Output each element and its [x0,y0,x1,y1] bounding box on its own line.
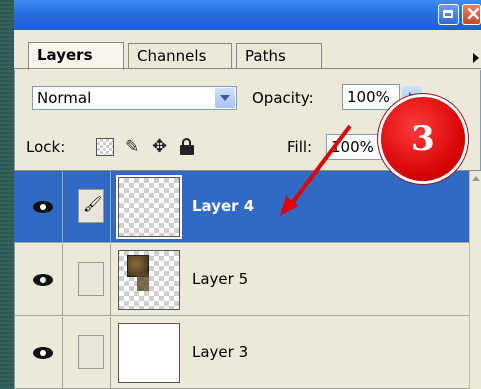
thumbnail-image-part [137,273,149,291]
fill-value: 100% [331,138,374,156]
layers-list: Layer 4 Layer 5 Layer 3 [14,171,481,389]
layer-name: Layer 3 [192,343,249,361]
link-toggle-box[interactable] [78,262,104,296]
layer-name: Layer 5 [192,270,249,288]
tab-channels[interactable]: Channels [128,43,232,69]
lock-position-move-icon[interactable]: ✥ [152,138,170,156]
step-number: 3 [411,119,435,159]
scroll-up-icon[interactable] [471,173,481,185]
visibility-column [22,317,63,389]
opacity-value: 100% [347,88,390,106]
layer-row-layer-4[interactable]: Layer 4 [14,171,469,243]
vertical-scrollbar[interactable] [469,171,481,389]
opacity-label: Opacity: [252,89,314,107]
fill-label: Fill: [287,138,313,156]
tab-paths[interactable]: Paths [236,43,322,69]
visibility-toggle[interactable] [28,191,58,223]
layer-thumbnail [118,177,180,237]
layers-panel-window: Layers Channels Paths Normal Opacity: 10… [14,0,481,389]
step-number-badge: 3 [381,97,465,181]
eye-icon [33,347,53,359]
tab-layers-label: Layers [37,46,93,64]
fill-input[interactable]: 100% [326,134,388,160]
layer-row-layer-5[interactable]: Layer 5 [14,244,469,316]
close-icon[interactable] [462,1,481,25]
paintbrush-icon[interactable] [78,189,104,223]
tab-channels-label: Channels [137,47,207,65]
tab-paths-label: Paths [245,47,286,65]
chevron-down-icon[interactable] [215,88,235,108]
minimize-icon[interactable] [438,4,459,25]
visibility-toggle[interactable] [28,337,58,369]
link-column [70,171,111,243]
layer-name: Layer 4 [192,197,255,215]
eye-icon [33,201,53,213]
title-bar [14,0,481,30]
layer-thumbnail [118,323,180,383]
blend-mode-select[interactable]: Normal [32,86,237,110]
tab-layers[interactable]: Layers [28,42,124,70]
opacity-input[interactable]: 100% [342,84,400,110]
link-column [70,244,111,316]
tab-bar: Layers Channels Paths [14,30,481,70]
lock-image-brush-icon[interactable]: ✎ [125,138,143,156]
lock-transparency-icon[interactable] [96,138,114,156]
link-toggle-box[interactable] [78,335,104,369]
visibility-toggle[interactable] [28,264,58,296]
layer-thumbnail [118,250,180,310]
visibility-column [22,244,63,316]
tab-divider [14,68,481,69]
lock-all-icon[interactable] [178,138,196,156]
layer-row-layer-3[interactable]: Layer 3 [14,317,469,389]
link-column [70,317,111,389]
blend-mode-value: Normal [37,89,92,107]
eye-icon [33,274,53,286]
panel-menu-arrow-icon[interactable] [469,50,481,66]
visibility-column [22,171,63,243]
lock-label: Lock: [26,138,66,156]
